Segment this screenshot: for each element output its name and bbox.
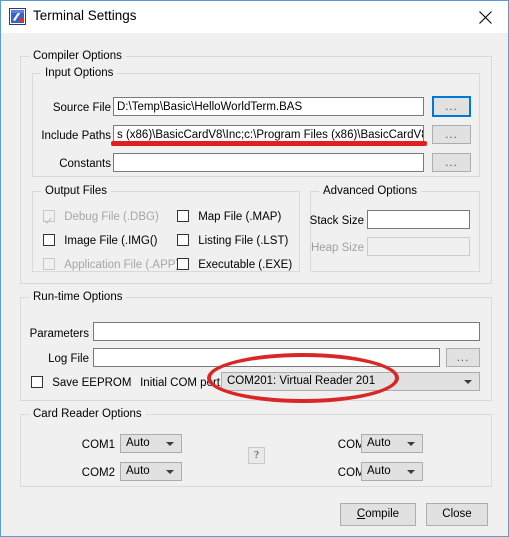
checkbox-map-file[interactable]: Map File (.MAP) xyxy=(177,210,281,223)
include-paths-label: Include Paths xyxy=(41,130,111,142)
close-button[interactable]: Close xyxy=(426,503,488,526)
close-icon xyxy=(479,11,492,24)
chevron-down-icon xyxy=(166,469,174,474)
compile-button-label: ompile xyxy=(365,508,400,520)
stack-size-label: Stack Size xyxy=(309,215,364,227)
chevron-down-icon xyxy=(464,379,472,384)
annotation-ellipse-initial-com-port xyxy=(207,353,399,403)
compiler-options-title: Compiler Options xyxy=(29,50,126,62)
source-file-browse-button[interactable]: ... xyxy=(432,96,471,117)
checkbox-image-file[interactable]: Image File (.IMG() xyxy=(43,234,158,247)
app-icon xyxy=(9,8,26,25)
checkbox-debug-file[interactable]: Debug File (.DBG) xyxy=(43,210,159,223)
parameters-input[interactable] xyxy=(93,322,480,341)
card-reader-options-title: Card Reader Options xyxy=(29,408,146,420)
checkbox-label-listing-file: Listing File (.LST) xyxy=(198,235,289,247)
advanced-options-title: Advanced Options xyxy=(319,185,421,197)
com2-select[interactable]: Auto xyxy=(120,462,182,481)
constants-input[interactable] xyxy=(113,153,424,172)
runtime-options-title: Run-time Options xyxy=(29,291,127,303)
checkbox-label-application-file: Application File (.APP) xyxy=(64,259,180,271)
com4-select[interactable]: Auto xyxy=(361,462,423,481)
checkbox-box-listing-file[interactable] xyxy=(177,234,189,246)
checkbox-box-save-eeprom[interactable] xyxy=(31,376,43,388)
checkbox-label-image-file: Image File (.IMG() xyxy=(64,235,158,247)
checkbox-label-executable: Executable (.EXE) xyxy=(198,259,293,271)
log-file-browse-button[interactable]: ... xyxy=(446,348,480,367)
constants-browse-button[interactable]: ... xyxy=(432,153,471,172)
title-bar: Terminal Settings xyxy=(1,1,508,33)
com1-value: Auto xyxy=(126,437,150,449)
source-file-input[interactable]: D:\Temp\Basic\HelloWorldTerm.BAS xyxy=(113,97,424,116)
com3-select[interactable]: Auto xyxy=(361,434,423,453)
close-window-button[interactable] xyxy=(463,1,508,31)
annotation-underline-include-paths xyxy=(111,141,427,146)
chevron-down-icon xyxy=(407,441,415,446)
checkbox-label-debug-file: Debug File (.DBG) xyxy=(64,211,159,223)
checkbox-box-map-file[interactable] xyxy=(177,210,189,222)
com3-value: Auto xyxy=(367,437,391,449)
checkbox-save-eeprom[interactable]: Save EEPROM xyxy=(31,376,131,389)
include-paths-browse-button[interactable]: ... xyxy=(432,125,471,144)
checkbox-label-map-file: Map File (.MAP) xyxy=(198,211,282,223)
question-mark-icon: ? xyxy=(254,449,259,461)
chevron-down-icon xyxy=(407,469,415,474)
com4-value: Auto xyxy=(367,465,391,477)
com1-label: COM1 xyxy=(81,439,115,451)
stack-size-input[interactable] xyxy=(367,210,470,229)
window-title: Terminal Settings xyxy=(33,8,137,23)
com2-label: COM2 xyxy=(81,467,115,479)
output-files-title: Output Files xyxy=(41,185,111,197)
com1-select[interactable]: Auto xyxy=(120,434,182,453)
checkbox-box-image-file[interactable] xyxy=(43,234,55,246)
checkbox-executable[interactable]: Executable (.EXE) xyxy=(177,258,292,271)
input-options-title: Input Options xyxy=(41,67,118,79)
checkbox-application-file[interactable]: Application File (.APP) xyxy=(43,258,179,271)
advanced-options-group: Advanced Options xyxy=(310,185,480,272)
checkbox-box-debug-file[interactable] xyxy=(43,210,55,222)
checkbox-box-executable[interactable] xyxy=(177,258,189,270)
heap-size-input xyxy=(367,237,470,256)
checkbox-label-save-eeprom: Save EEPROM xyxy=(52,377,132,389)
checkbox-box-application-file[interactable] xyxy=(43,258,55,270)
chevron-down-icon xyxy=(166,441,174,446)
help-button[interactable]: ? xyxy=(248,447,265,464)
com2-value: Auto xyxy=(126,465,150,477)
compile-button[interactable]: Compile xyxy=(340,503,416,526)
compile-button-accesskey: C xyxy=(356,508,366,520)
log-file-label: Log File xyxy=(48,353,89,365)
parameters-label: Parameters xyxy=(29,328,89,340)
source-file-label: Source File xyxy=(52,102,111,114)
constants-label: Constants xyxy=(59,158,111,170)
heap-size-label: Heap Size xyxy=(310,242,364,254)
checkbox-listing-file[interactable]: Listing File (.LST) xyxy=(177,234,288,247)
terminal-settings-dialog: Terminal Settings Compiler Options Input… xyxy=(0,0,509,537)
